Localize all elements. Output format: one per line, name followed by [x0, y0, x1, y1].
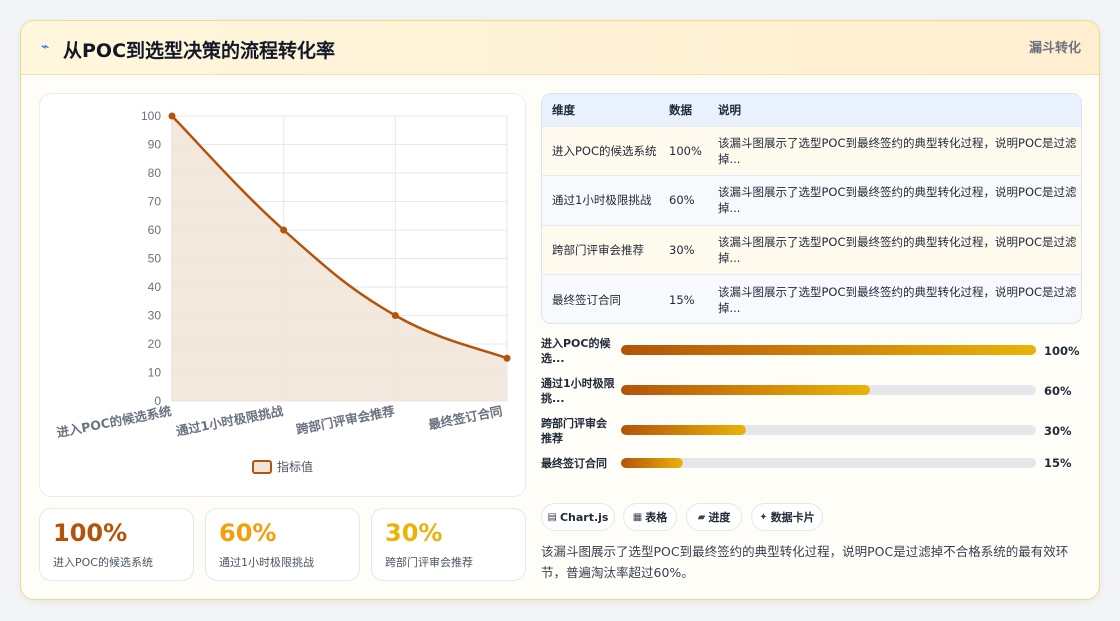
card-header: ⌁ 从POC到选型决策的流程转化率 漏斗转化	[21, 21, 1099, 75]
data-point	[168, 112, 176, 120]
x-tick-label: 最终签订合同	[427, 403, 503, 432]
sparkle-icon: ✦	[759, 511, 768, 523]
summary-text: 该漏斗图展示了选型POC到最终签约的典型转化过程，说明POC是过滤掉不合格系统的…	[541, 544, 1069, 580]
table-cell-note: 该漏斗图展示了选型POC到最终签约的典型转化过程，说明POC是过滤掉...	[708, 175, 1081, 225]
stat-card-2: 60% 通过1小时极限挑战	[205, 508, 360, 581]
table-row: 通过1小时极限挑战 60% 该漏斗图展示了选型POC到最终签约的典型转化过程，说…	[542, 175, 1081, 225]
legend-label: 指标值	[277, 459, 313, 474]
stat-card-1: 100% 进入POC的候选系统	[39, 508, 194, 581]
chip-label: 表格	[645, 511, 668, 524]
table-cell-data: 100%	[659, 125, 708, 176]
progress-track	[621, 345, 1036, 355]
y-tick-label: 70	[148, 195, 162, 209]
progress-label: 进入POC的候选...	[541, 337, 611, 365]
table-header: 维度	[542, 94, 659, 126]
progress-value: 15%	[1044, 456, 1072, 470]
y-tick-label: 40	[148, 280, 162, 294]
table-header: 数据	[659, 94, 708, 126]
progress-value: 30%	[1044, 424, 1072, 438]
legend-swatch	[252, 460, 272, 474]
progress-label: 跨部门评审会推荐	[541, 417, 607, 445]
stat-label: 跨部门评审会推荐	[385, 556, 473, 569]
x-tick-label: 进入POC的候选系统	[55, 403, 173, 440]
y-tick-label: 90	[148, 138, 162, 152]
data-point	[391, 312, 399, 319]
progress-fill	[621, 425, 746, 435]
table-cell-dim: 进入POC的候选系统	[542, 125, 659, 176]
table-cell-data: 15%	[659, 274, 708, 323]
stat-value: 30%	[385, 519, 443, 547]
chip-table[interactable]: ▦ 表格	[623, 503, 677, 531]
table-cell-note: 该漏斗图展示了选型POC到最终签约的典型转化过程，说明POC是过滤掉...	[708, 125, 1081, 176]
progress-icon: ▰	[697, 511, 706, 523]
x-tick-label: 通过1小时极限挑战	[175, 403, 285, 439]
progress-track	[621, 425, 1036, 435]
y-tick-label: 30	[148, 309, 162, 323]
chart-icon: ▤	[547, 511, 557, 523]
chip-progress[interactable]: ▰ 进度	[686, 503, 742, 531]
progress-fill	[621, 345, 1036, 355]
table-cell-dim: 最终签订合同	[542, 274, 659, 323]
progress-track	[621, 458, 1036, 468]
progress-track	[621, 385, 1036, 395]
chip-label: Chart.js	[559, 510, 609, 524]
stat-label: 进入POC的候选系统	[53, 556, 153, 569]
main-card: ⌁ 从POC到选型决策的流程转化率 漏斗转化 0 10 20 30 40 50 60 70 80…	[20, 20, 1100, 600]
chart-panel: 0 10 20 30 40 50 60 70 80 90 100 进入POC的候选系统 通过1小时极限挑…	[39, 93, 526, 497]
chip-label: 数据卡片	[770, 511, 815, 524]
stat-value: 100%	[53, 519, 128, 547]
stat-label: 通过1小时极限挑战	[219, 556, 314, 569]
table-row: 进入POC的候选系统 100% 该漏斗图展示了选型POC到最终签约的典型转化过程…	[542, 125, 1081, 176]
progress-value: 60%	[1044, 384, 1072, 398]
y-tick-label: 20	[148, 337, 162, 351]
table-icon: ▦	[632, 511, 643, 523]
category-tag: 漏斗转化	[1028, 41, 1081, 56]
data-table: 维度 数据 说明 进入POC的候选系统 100% 该漏斗图展示了选型POC到最终…	[541, 93, 1082, 324]
table-header: 说明	[708, 94, 1081, 126]
progress-label: 最终签订合同	[541, 457, 607, 470]
progress-value: 100%	[1044, 344, 1080, 358]
table-row: 最终签订合同 15% 该漏斗图展示了选型POC到最终签约的典型转化过程，说明PO…	[542, 274, 1081, 323]
table-cell-note: 该漏斗图展示了选型POC到最终签约的典型转化过程，说明POC是过滤掉...	[708, 224, 1081, 275]
y-tick-label: 50	[148, 252, 162, 266]
table-cell-dim: 跨部门评审会推荐	[542, 224, 659, 275]
table-row: 跨部门评审会推荐 30% 该漏斗图展示了选型POC到最终签约的典型转化过程，说明…	[542, 224, 1081, 275]
progress-fill	[621, 458, 684, 468]
stat-card-3: 30% 跨部门评审会推荐	[371, 508, 526, 581]
progress-fill	[621, 385, 870, 395]
line-chart: 0102030405060708090100进入POC的候选系统 通过1小时极限挑…	[55, 109, 511, 474]
table-cell-note: 该漏斗图展示了选型POC到最终签约的典型转化过程，说明POC是过滤掉...	[708, 274, 1081, 323]
stat-value: 60%	[219, 519, 277, 547]
table-cell-data: 60%	[659, 175, 708, 225]
y-tick-label: 10	[148, 366, 162, 380]
x-tick-label: 跨部门评审会推荐	[295, 403, 397, 437]
chip-chartjs[interactable]: ▤ Chart.js	[541, 503, 615, 531]
y-tick-label: 80	[148, 166, 162, 180]
table-cell-dim: 通过1小时极限挑战	[542, 175, 659, 225]
progress-label: 通过1小时极限挑...	[541, 377, 615, 405]
chip-label: 进度	[708, 511, 731, 524]
y-tick-label: 100	[141, 109, 161, 123]
y-tick-label: 60	[148, 223, 162, 237]
chip-data-card[interactable]: ✦ 数据卡片	[751, 503, 823, 531]
data-point	[280, 226, 288, 234]
lightning-icon: ⌁	[41, 39, 50, 55]
page-title: 从POC到选型决策的流程转化率	[63, 40, 336, 62]
data-point	[503, 354, 511, 362]
table-cell-data: 30%	[659, 224, 708, 275]
